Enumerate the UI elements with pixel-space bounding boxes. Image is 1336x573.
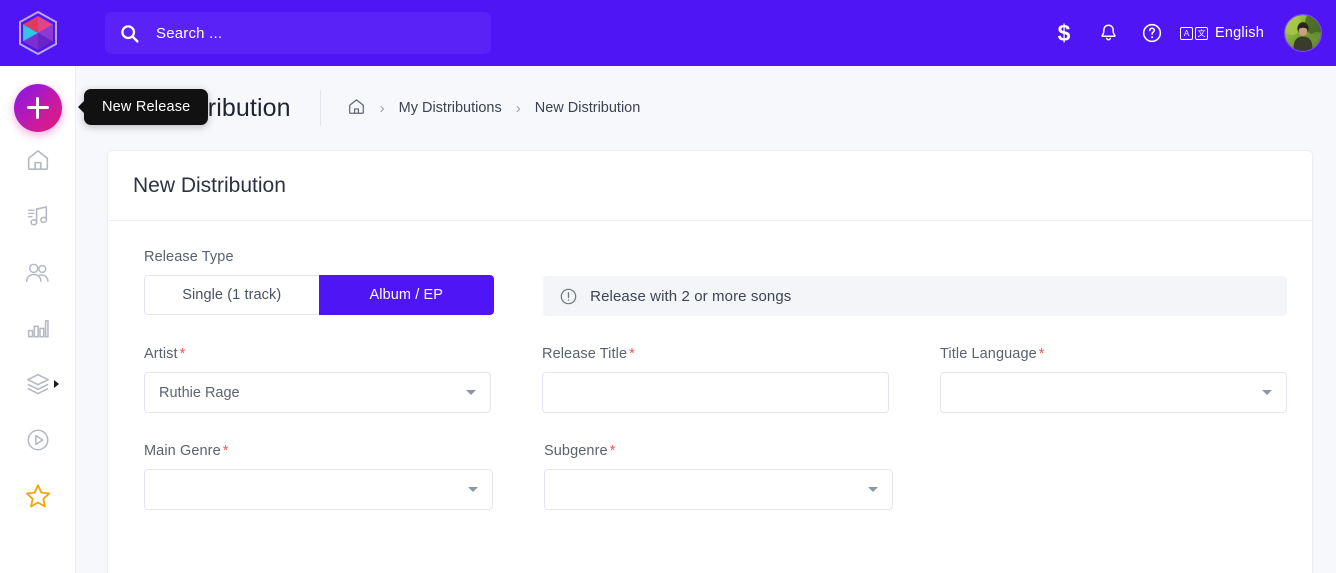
chevron-down-icon [1262, 390, 1272, 395]
required-marker: * [222, 443, 229, 459]
left-sidebar [0, 66, 76, 573]
field-release-title-label: Release Title * [542, 346, 889, 362]
language-label: English [1215, 25, 1264, 41]
main-genre-select[interactable] [144, 469, 493, 510]
chevron-down-icon [466, 390, 476, 395]
field-artist-label: Artist * [144, 346, 491, 362]
app-logo[interactable] [0, 0, 76, 66]
release-title-input[interactable] [542, 372, 889, 413]
new-release-button[interactable] [13, 84, 62, 132]
translate-icon-box-cjk: 文 [1195, 26, 1209, 40]
breadcrumb-item-new-distribution: New Distribution [534, 100, 641, 116]
field-release-title: Release Title * [542, 346, 889, 413]
card-body: Release Type Single (1 track) Album / EP… [108, 221, 1312, 510]
header-divider [319, 90, 321, 126]
sidebar-item-player[interactable] [10, 412, 66, 468]
breadcrumb-item-my-distributions[interactable]: My Distributions [399, 100, 502, 116]
star-icon [25, 484, 50, 508]
bell-icon [1100, 24, 1116, 41]
field-subgenre: Subgenre * [544, 443, 893, 510]
sidebar-item-favorites[interactable] [10, 468, 66, 524]
release-type-label: Release Type [144, 249, 234, 265]
help-button[interactable] [1130, 11, 1174, 55]
artist-select-value: Ruthie Rage [159, 384, 240, 401]
field-artist: Artist * Ruthie Rage [144, 346, 491, 413]
release-info-alert: Release with 2 or more songs [543, 276, 1287, 316]
top-header-bar: $ A 文 English [0, 0, 1336, 66]
sidebar-item-home[interactable] [10, 132, 66, 188]
card-header: New Distribution [108, 151, 1312, 221]
artist-select[interactable]: Ruthie Rage [144, 372, 491, 413]
notifications-button[interactable] [1086, 11, 1130, 55]
subgenre-select[interactable] [544, 469, 893, 510]
question-circle-icon [1142, 23, 1162, 43]
breadcrumb-separator: › [515, 99, 521, 117]
plus-icon [26, 97, 49, 119]
users-icon [25, 263, 49, 282]
translate-icon: A 文 [1180, 26, 1209, 40]
field-subgenre-label-text: Subgenre [544, 443, 608, 459]
header-actions: $ A 文 English [1042, 11, 1336, 55]
chevron-down-icon [468, 487, 478, 492]
field-title-language-label: Title Language * [940, 346, 1287, 362]
release-type-option-single[interactable]: Single (1 track) [144, 275, 319, 315]
breadcrumb-home-link[interactable] [347, 97, 366, 120]
card-title: New Distribution [133, 173, 286, 197]
search-input[interactable] [154, 18, 454, 48]
required-marker: * [609, 443, 616, 459]
info-circle-icon [560, 288, 577, 304]
breadcrumb-separator: › [379, 99, 385, 117]
new-distribution-card: New Distribution Release Type Single (1 … [107, 150, 1313, 573]
sidebar-item-music[interactable] [10, 188, 66, 244]
wallet-button[interactable]: $ [1042, 11, 1086, 55]
required-marker: * [629, 346, 635, 362]
field-artist-label-text: Artist [144, 346, 178, 362]
field-main-genre-label-text: Main Genre [144, 443, 221, 459]
form-row-1: Artist * Ruthie Rage Release Title * Tit… [144, 346, 1287, 413]
release-info-alert-text: Release with 2 or more songs [590, 287, 792, 305]
translate-icon-box-a: A [1180, 26, 1194, 40]
avatar[interactable] [1284, 14, 1322, 52]
layers-icon [26, 373, 49, 395]
play-circle-icon [26, 429, 49, 451]
dollar-icon: $ [1057, 19, 1071, 46]
user-avatar-image [1285, 15, 1321, 51]
new-release-tooltip: New Release [84, 89, 209, 125]
sidebar-item-distributions[interactable] [10, 356, 66, 412]
language-switcher[interactable]: A 文 English [1174, 25, 1272, 41]
field-title-language-label-text: Title Language [940, 346, 1037, 362]
required-marker: * [1038, 346, 1045, 362]
field-main-genre-label: Main Genre * [144, 443, 493, 459]
gem-hexagon-logo [19, 10, 57, 56]
release-type-group: Release Type Single (1 track) Album / EP [144, 249, 541, 315]
sidebar-item-artists[interactable] [10, 244, 66, 300]
release-type-row: Release Type Single (1 track) Album / EP… [144, 249, 1287, 316]
sidebar-item-analytics[interactable] [10, 300, 66, 356]
music-note-icon [27, 206, 47, 226]
chevron-right-icon [53, 380, 59, 388]
field-subgenre-label: Subgenre * [544, 443, 893, 459]
page-content: New Distribution › My Distributions › Ne… [76, 66, 1336, 573]
field-release-title-label-text: Release Title [542, 346, 628, 362]
page-header: New Distribution › My Distributions › Ne… [76, 66, 1336, 150]
required-marker: * [179, 346, 186, 362]
chevron-down-icon [868, 487, 878, 492]
field-main-genre: Main Genre * [144, 443, 493, 510]
bar-chart-icon [27, 320, 49, 338]
field-title-language: Title Language * [940, 346, 1287, 413]
home-icon [27, 150, 48, 170]
release-type-option-album[interactable]: Album / EP [318, 275, 494, 315]
release-type-toggle: Single (1 track) Album / EP [144, 275, 494, 315]
search-bar[interactable] [105, 12, 491, 54]
home-icon [348, 98, 364, 114]
breadcrumb: › My Distributions › New Distribution [347, 97, 641, 120]
search-icon [121, 24, 139, 43]
title-language-select[interactable] [940, 372, 1287, 413]
form-row-2: Main Genre * Subgenre * [144, 443, 1287, 510]
